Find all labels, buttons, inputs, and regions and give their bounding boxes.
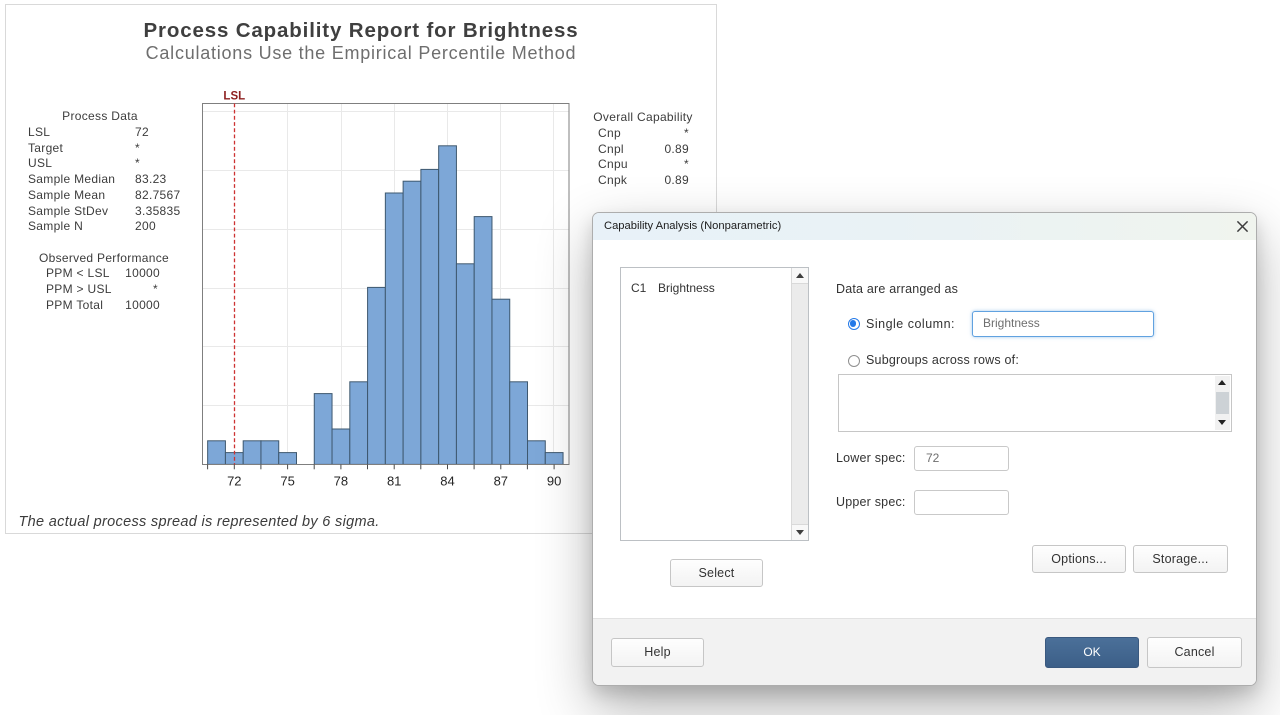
svg-text:LSL: LSL <box>223 91 245 103</box>
svg-text:75: 75 <box>280 474 294 489</box>
svg-text:87: 87 <box>494 474 508 489</box>
svg-text:90: 90 <box>547 474 561 489</box>
svg-text:78: 78 <box>334 474 348 489</box>
svg-text:81: 81 <box>387 474 401 489</box>
svg-text:72: 72 <box>227 474 241 489</box>
svg-text:84: 84 <box>440 474 454 489</box>
